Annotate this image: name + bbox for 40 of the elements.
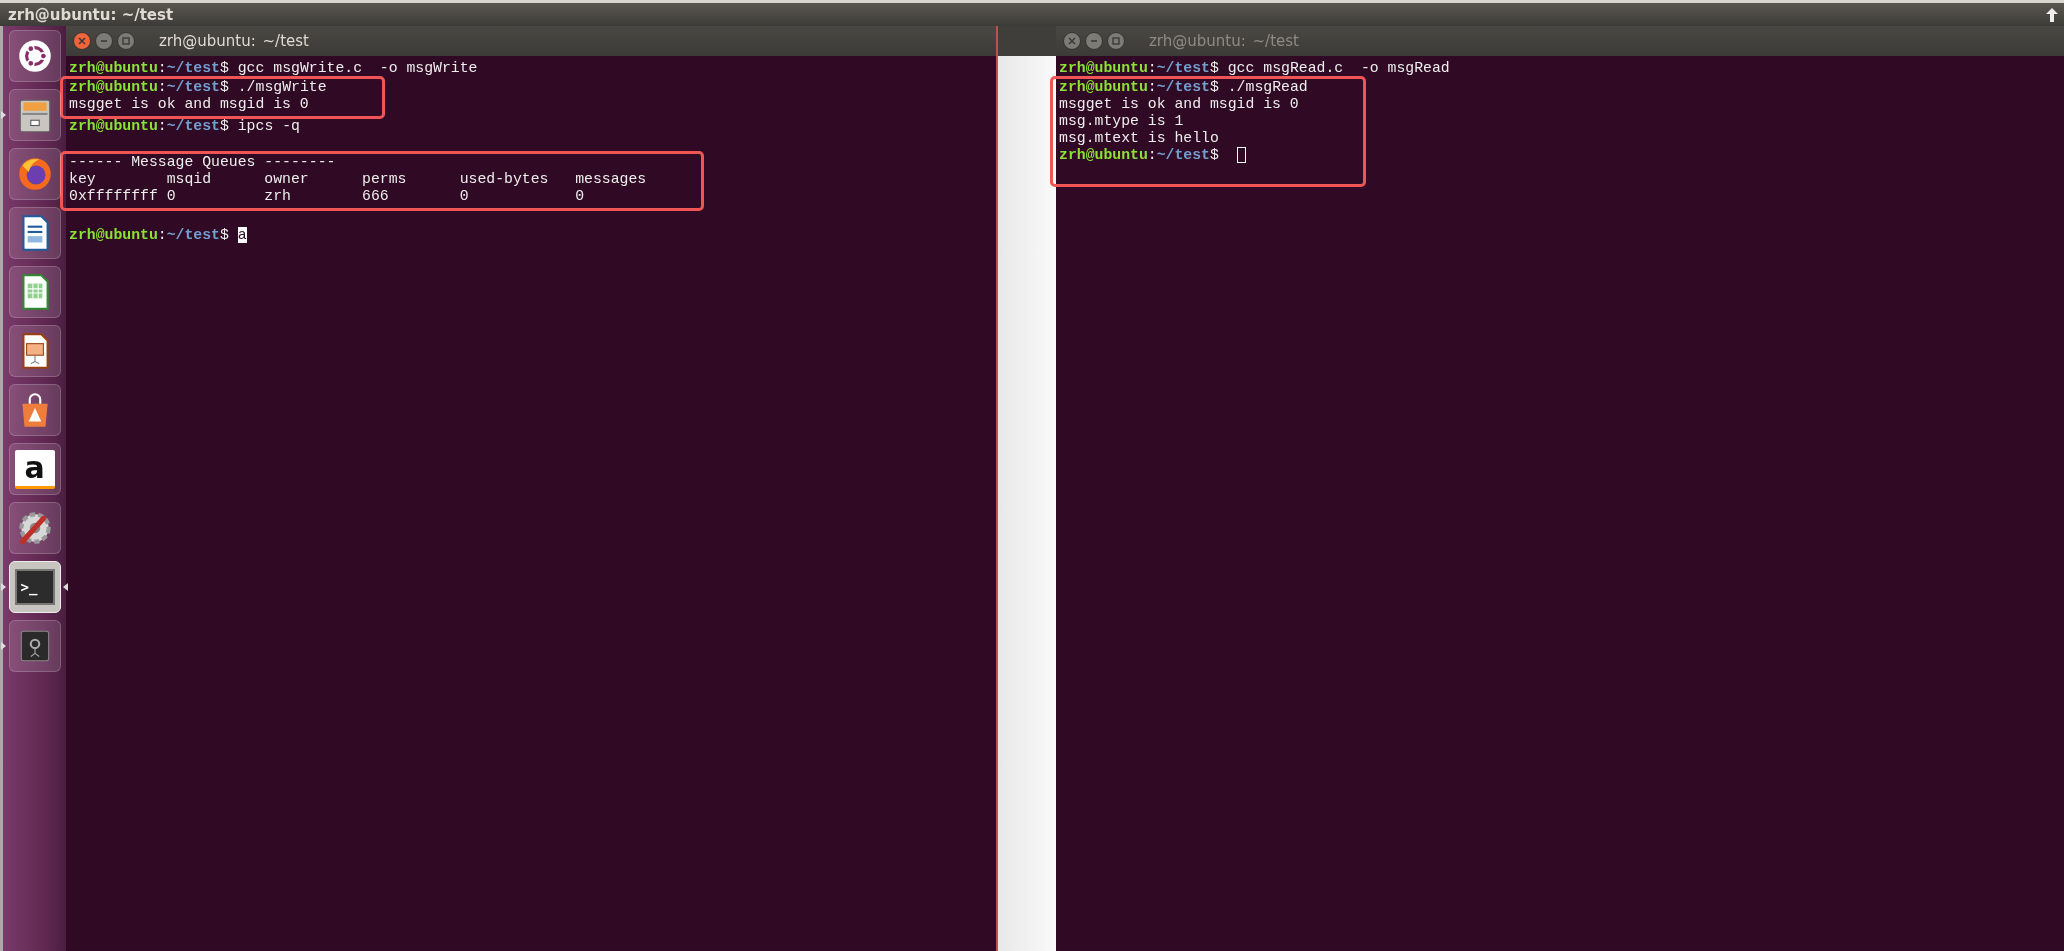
maximize-button[interactable]	[117, 32, 135, 50]
up-arrow-icon[interactable]	[2046, 7, 2058, 22]
maximize-button[interactable]	[1107, 32, 1125, 50]
window-title: zrh@ubuntu: ~/test	[8, 5, 174, 24]
software-launcher-icon[interactable]	[8, 384, 61, 436]
prompt-line: zrh@ubuntu:~/test$ gcc msgRead.c -o msgRead	[1059, 60, 1451, 77]
maximize-icon[interactable]	[1111, 36, 1121, 46]
close-icon[interactable]	[1067, 36, 1077, 46]
close-button[interactable]	[73, 32, 91, 50]
window-title: zrh@ubuntu: ~/test	[159, 32, 309, 50]
impress-launcher-icon[interactable]	[8, 325, 61, 377]
output-line: key msqid owner perms used-bytes messages	[69, 171, 647, 188]
text-cursor: a	[237, 227, 247, 243]
output-line: msg.mtext is hello	[1059, 130, 1220, 147]
settings-launcher-icon[interactable]	[8, 502, 61, 554]
writer-launcher-icon[interactable]	[8, 207, 61, 259]
prompt-line: zrh@ubuntu:~/test$	[1059, 147, 1220, 164]
ubuntu-launcher-icon[interactable]	[8, 30, 61, 82]
calc-launcher-icon[interactable]	[8, 266, 61, 318]
maximize-icon[interactable]	[121, 36, 131, 46]
prompt-line: zrh@ubuntu:~/test$ ./msgWrite	[69, 79, 327, 96]
terminal-launcher-icon[interactable]: >_	[8, 561, 61, 613]
firefox-launcher-icon[interactable]	[8, 148, 61, 200]
files-launcher-icon[interactable]	[8, 89, 61, 141]
output-line: msgget is ok and msgid is 0	[69, 96, 310, 113]
output-line: 0xffffffff 0 zrh 666 0 0	[69, 188, 585, 205]
prompt-line: zrh@ubuntu:~/test$ ./msgRead	[1059, 79, 1308, 96]
close-button[interactable]	[1063, 32, 1081, 50]
output-line: msg.mtype is 1	[1059, 113, 1185, 130]
minimize-button[interactable]	[95, 32, 113, 50]
amazon-launcher-icon[interactable]: a	[8, 443, 61, 495]
prompt-line: zrh@ubuntu:~/test$ gcc msgWrite.c -o msgWrite	[69, 60, 479, 77]
minimize-button[interactable]	[1085, 32, 1103, 50]
disk-launcher-icon[interactable]	[8, 620, 61, 672]
prompt-line: zrh@ubuntu:~/test$ ipcs -q	[69, 118, 301, 135]
output-line: msgget is ok and msgid is 0	[1059, 96, 1300, 113]
close-icon[interactable]	[77, 36, 87, 46]
prompt-line: zrh@ubuntu:~/test$	[69, 227, 230, 244]
output-line: ------ Message Queues --------	[69, 154, 337, 171]
window-title: zrh@ubuntu: ~/test	[1149, 32, 1299, 50]
